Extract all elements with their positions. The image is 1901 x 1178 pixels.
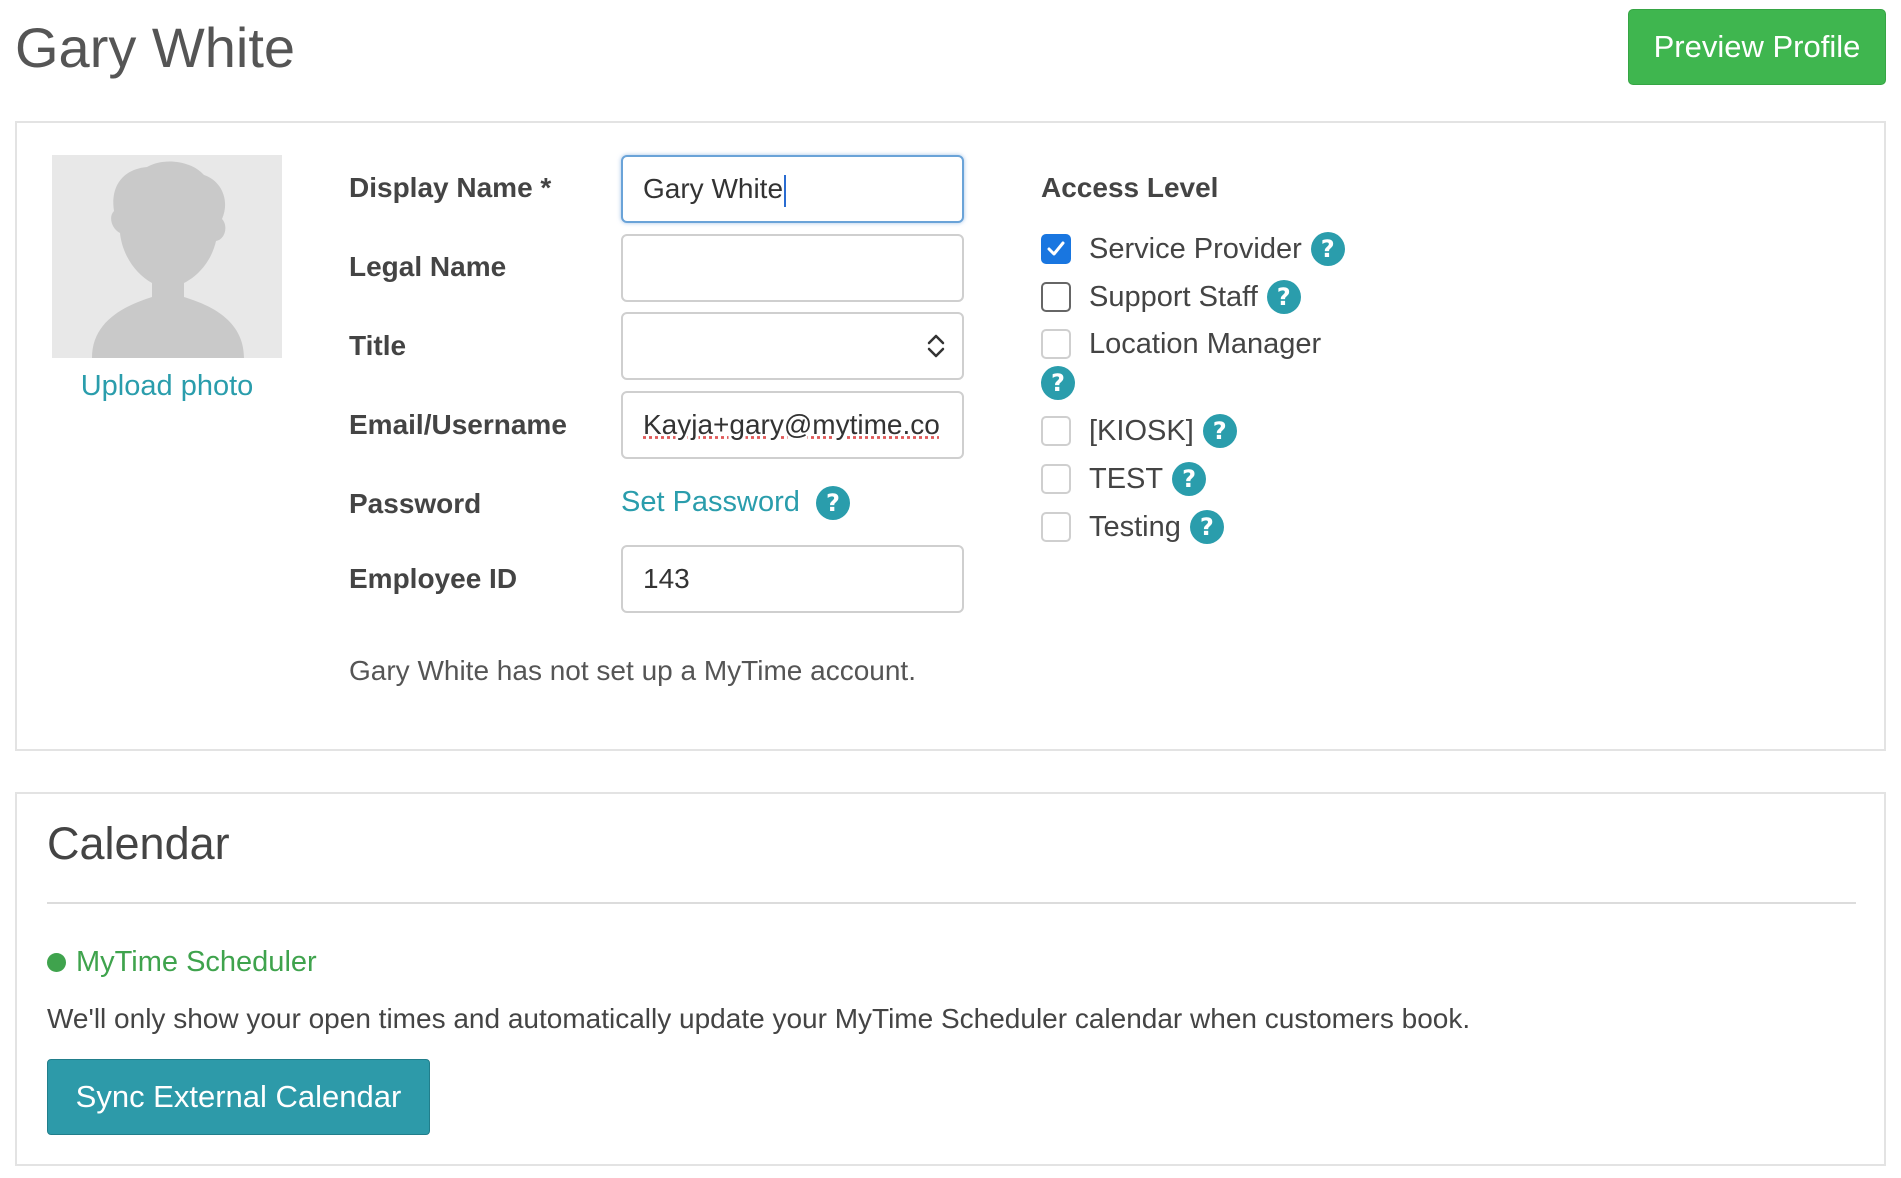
calendar-provider-name: MyTime Scheduler bbox=[76, 946, 317, 978]
question-circle-icon[interactable]: ? bbox=[1266, 280, 1301, 314]
display-name-label: Display Name * bbox=[349, 172, 552, 203]
access-option-location-manager[interactable]: Location Manager bbox=[1041, 324, 1321, 364]
access-option-kiosk[interactable]: [KIOSK] ? bbox=[1041, 411, 1237, 451]
checkbox[interactable] bbox=[1041, 282, 1071, 312]
access-option-test[interactable]: TEST ? bbox=[1041, 459, 1207, 499]
calendar-provider-status: MyTime Scheduler bbox=[47, 946, 317, 979]
access-option-label: Service Provider bbox=[1089, 232, 1302, 265]
access-option-label: [KIOSK] bbox=[1089, 414, 1194, 447]
divider bbox=[47, 902, 1856, 904]
status-dot-icon bbox=[47, 953, 66, 972]
legal-name-input[interactable] bbox=[621, 234, 964, 302]
email-value: Kayja+gary@mytime.co bbox=[643, 409, 940, 440]
preview-profile-button[interactable]: Preview Profile bbox=[1628, 9, 1886, 85]
checkbox[interactable] bbox=[1041, 512, 1071, 542]
question-circle-icon[interactable]: ? bbox=[1310, 232, 1345, 266]
text-cursor bbox=[784, 174, 787, 207]
upload-photo-link[interactable]: Upload photo bbox=[52, 370, 282, 403]
title-select[interactable] bbox=[621, 312, 964, 380]
access-option-label: Support Staff bbox=[1089, 280, 1258, 313]
chevron-up-down-icon bbox=[927, 334, 945, 358]
account-notice: Gary White has not set up a MyTime accou… bbox=[349, 655, 916, 686]
question-circle-icon[interactable]: ? bbox=[1202, 414, 1237, 448]
checkbox[interactable] bbox=[1041, 464, 1071, 494]
checkbox[interactable] bbox=[1041, 329, 1071, 359]
access-option-support-staff[interactable]: Support Staff ? bbox=[1041, 277, 1301, 317]
question-circle-icon[interactable]: ? bbox=[1189, 510, 1224, 544]
display-name-value: Gary White bbox=[643, 173, 784, 204]
access-option-label: TEST bbox=[1089, 462, 1164, 495]
access-option-label: Testing bbox=[1089, 510, 1181, 543]
access-option-label: Location Manager bbox=[1089, 327, 1322, 360]
question-circle-icon[interactable]: ? bbox=[1172, 462, 1207, 496]
sync-external-calendar-button[interactable]: Sync External Calendar bbox=[47, 1059, 430, 1135]
set-password-link[interactable]: Set Password bbox=[621, 486, 800, 518]
email-label: Email/Username bbox=[349, 409, 567, 440]
password-label: Password bbox=[349, 488, 482, 519]
avatar-placeholder-icon bbox=[52, 155, 282, 358]
employee-id-value: 143 bbox=[643, 563, 690, 594]
checkbox-checked[interactable] bbox=[1041, 234, 1071, 264]
legal-name-label: Legal Name bbox=[349, 251, 507, 282]
page-title: Gary White bbox=[15, 16, 296, 79]
access-option-service-provider[interactable]: Service Provider ? bbox=[1041, 229, 1345, 269]
employee-id-input[interactable]: 143 bbox=[621, 545, 964, 613]
set-password-row: Set Password ? bbox=[621, 486, 850, 521]
access-level-title: Access Level bbox=[1041, 172, 1219, 203]
calendar-title: Calendar bbox=[47, 818, 230, 869]
checkbox[interactable] bbox=[1041, 416, 1071, 446]
staff-profile-page: Gary White Preview Profile Upload photo … bbox=[0, 0, 1901, 1178]
calendar-description: We'll only show your open times and auto… bbox=[47, 1003, 1471, 1034]
checkmark-icon bbox=[1047, 241, 1065, 256]
question-circle-icon[interactable]: ? bbox=[815, 486, 850, 521]
display-name-input[interactable]: Gary White bbox=[621, 155, 964, 223]
employee-id-label: Employee ID bbox=[349, 563, 518, 594]
title-label: Title bbox=[349, 330, 407, 361]
access-option-testing[interactable]: Testing ? bbox=[1041, 507, 1224, 547]
question-circle-icon[interactable]: ? bbox=[1041, 366, 1075, 400]
email-input[interactable]: Kayja+gary@mytime.co bbox=[621, 391, 964, 459]
